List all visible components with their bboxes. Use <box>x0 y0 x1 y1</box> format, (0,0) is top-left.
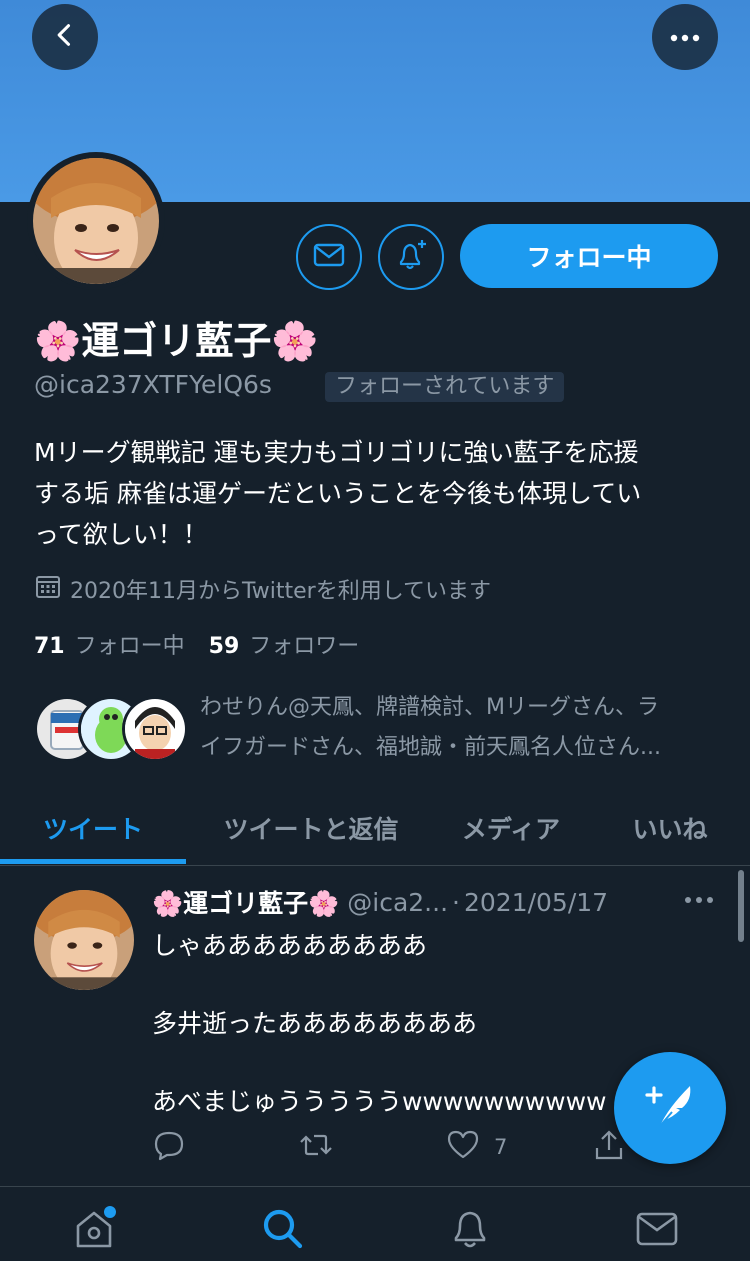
envelope-icon <box>635 1206 679 1254</box>
joined-date-row: 2020年11月からTwitterを利用しています <box>34 572 491 606</box>
following-count-link[interactable]: 71 フォロー中 <box>34 628 185 660</box>
retweet-button[interactable] <box>298 1128 334 1167</box>
tab-likes[interactable]: いいね <box>610 790 730 866</box>
mutuals-line: わせりん@天鳳、牌譜検討、Mリーグさん、ラ <box>200 695 659 720</box>
nav-search[interactable] <box>257 1205 307 1255</box>
tab-tweets-and-replies[interactable]: ツイートと返信 <box>196 790 426 866</box>
bio-line: する垢 麻雀は運ゲーだということを今後も体現してい <box>34 479 642 508</box>
nav-messages[interactable] <box>632 1205 682 1255</box>
followers-count: 59 <box>208 634 240 659</box>
like-button[interactable]: 7 <box>446 1128 507 1165</box>
tweet-actions: 7 <box>152 1128 632 1168</box>
mutual-followers-text[interactable]: わせりん@天鳳、牌譜検討、Mリーグさん、ラ イフガードさん、福地誠・前天鳳名人位… <box>200 688 720 768</box>
more-options-button[interactable] <box>652 4 718 70</box>
tweet-author-name[interactable]: 🌸運ゴリ藍子🌸 <box>152 884 339 920</box>
tab-tweets[interactable]: ツイート <box>0 790 186 866</box>
tweet-avatar[interactable] <box>34 890 134 990</box>
ellipsis-icon <box>684 890 714 909</box>
envelope-icon <box>313 242 345 272</box>
tweet-text-line: あべまじゅうううううwwwwwwwwww <box>152 1087 607 1116</box>
reply-button[interactable] <box>152 1128 186 1167</box>
tweet-separator: · <box>452 887 460 917</box>
mutuals-line: イフガードさん、福地誠・前天鳳名人位さん... <box>200 735 661 760</box>
nav-notifications[interactable] <box>445 1205 495 1255</box>
follow-counts: 71 フォロー中 59 フォロワー <box>34 628 359 660</box>
profile-display-name: 🌸運ゴリ藍子🌸 <box>34 319 319 363</box>
followers-label: フォロワー <box>249 634 360 659</box>
like-count: 7 <box>494 1134 508 1159</box>
compose-feather-icon <box>642 1078 698 1138</box>
profile-avatar[interactable] <box>27 152 165 290</box>
home-notification-dot <box>104 1206 116 1218</box>
search-icon <box>260 1206 304 1254</box>
following-count: 71 <box>34 634 65 659</box>
profile-tabs: ツイート ツイートと返信 メディア いいね <box>0 790 750 866</box>
following-label: フォロー中 <box>74 634 185 659</box>
profile-handle: @ica237XTFYelQ6s <box>34 370 272 399</box>
tweet-text-line: しゃあああああああああ <box>152 931 428 960</box>
bell-icon <box>448 1206 492 1254</box>
bell-plus-icon <box>393 237 429 277</box>
back-button[interactable] <box>32 4 98 70</box>
following-button[interactable]: フォロー中 <box>460 224 718 288</box>
followers-count-link[interactable]: 59 フォロワー <box>209 628 360 660</box>
reply-icon <box>152 1128 186 1167</box>
chevron-left-icon <box>51 21 79 53</box>
tweet-date: 2021/05/17 <box>463 887 609 917</box>
heart-icon <box>446 1128 480 1165</box>
mutual-followers-avatars[interactable] <box>34 696 188 766</box>
tweet-header: 🌸運ゴリ藍子🌸 @ica2... · 2021/05/17 <box>152 884 608 920</box>
message-button[interactable] <box>296 224 362 290</box>
profile-bio: Mリーグ観戦記 運も実力もゴリゴリに強い藍子を応援 する垢 麻雀は運ゲーだという… <box>34 432 724 555</box>
mutual-avatar <box>122 696 188 762</box>
joined-date-text: 2020年11月からTwitterを利用しています <box>70 579 492 604</box>
compose-tweet-button[interactable] <box>614 1052 726 1164</box>
scrollbar[interactable] <box>738 870 744 942</box>
tweet-text-line: 多井逝ったああああああああ <box>152 1009 478 1038</box>
calendar-icon <box>34 572 62 606</box>
bottom-navigation <box>0 1186 750 1261</box>
follows-you-badge: フォローされています <box>325 372 565 402</box>
ellipsis-icon <box>669 28 701 47</box>
tab-media[interactable]: メディア <box>436 790 586 866</box>
bio-line: Mリーグ観戦記 運も実力もゴリゴリに強い藍子を応援 <box>34 438 639 467</box>
bio-line: って欲しい！！ <box>34 520 208 549</box>
notify-button[interactable] <box>378 224 444 290</box>
retweet-icon <box>298 1128 334 1167</box>
active-tab-indicator <box>0 859 186 864</box>
tweet-author-handle: @ica2... <box>347 887 449 917</box>
tweet-more-button[interactable] <box>684 890 714 909</box>
